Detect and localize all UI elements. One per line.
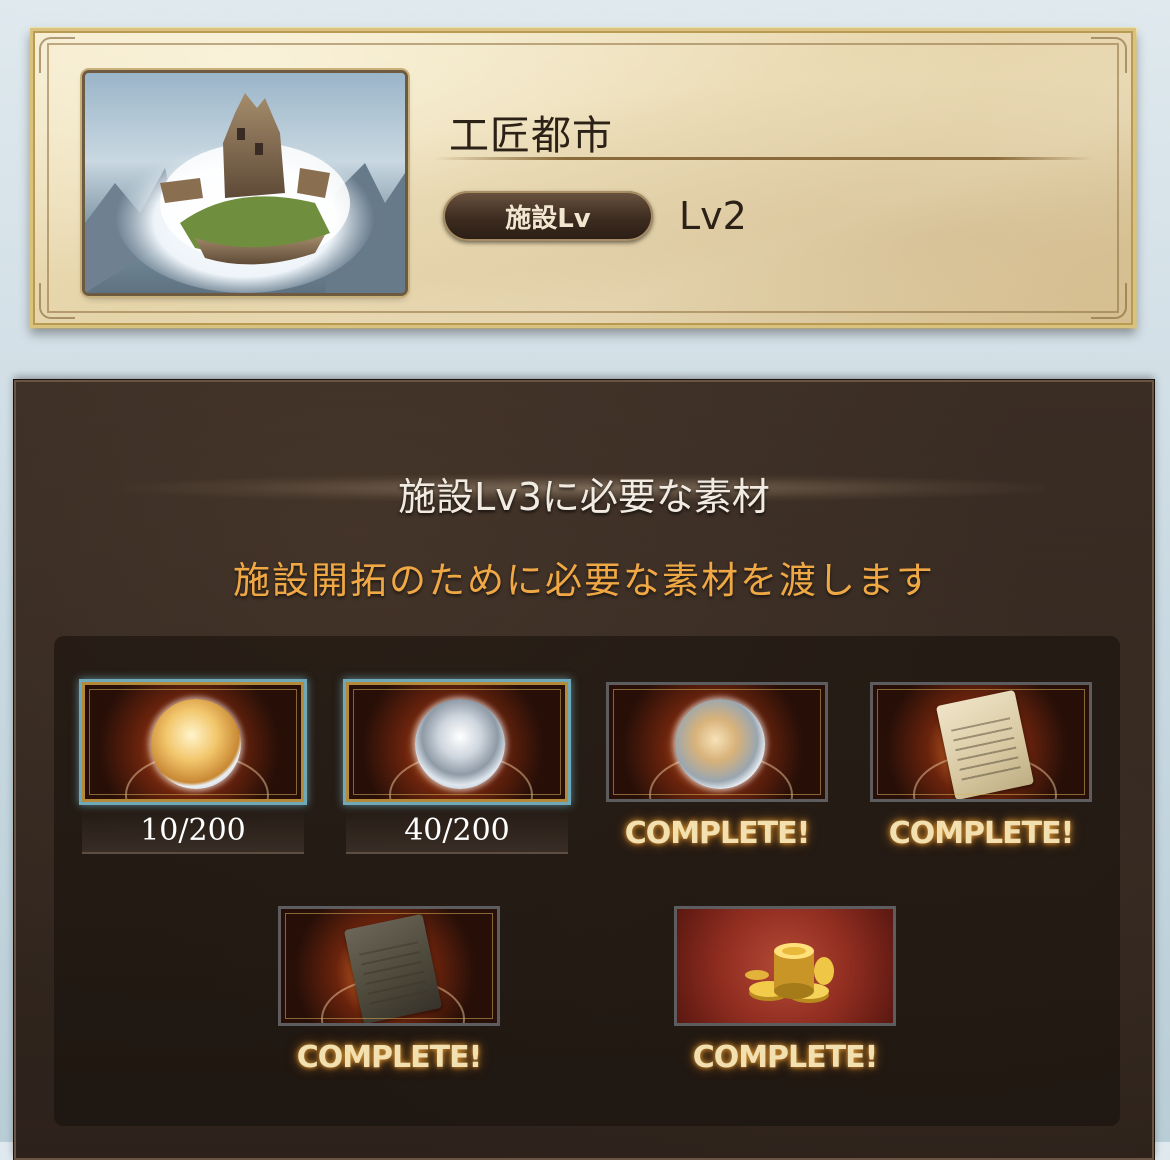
gold-haired-character-orb-icon	[151, 699, 241, 789]
material-card[interactable]	[606, 682, 828, 802]
material-complete-label: COMPLETE!	[888, 816, 1075, 851]
facility-thumbnail	[85, 73, 405, 293]
frame-corner-ornament	[1091, 283, 1127, 319]
gold-coins-icon	[745, 943, 834, 1003]
materials-grid: 10/200 40/200 COMPLETE! COMPLETE! COMPLE…	[54, 636, 1120, 1126]
frame-corner-ornament	[1091, 37, 1127, 73]
material-card[interactable]	[82, 682, 304, 802]
facility-title: 工匠都市	[449, 113, 613, 159]
frame-corner-ornament	[39, 283, 75, 319]
title-divider	[433, 157, 1093, 160]
material-complete-label: COMPLETE!	[624, 816, 811, 851]
material-card[interactable]	[346, 682, 568, 802]
material-count: 10/200	[82, 810, 304, 854]
requirements-heading: 施設Lv3に必要な素材	[398, 475, 770, 519]
facility-level-badge: 施設Lv	[443, 191, 653, 241]
material-count: 40/200	[346, 810, 568, 854]
character-orb-icon	[675, 699, 765, 789]
material-card[interactable]	[870, 682, 1092, 802]
material-complete-label: COMPLETE!	[692, 1040, 879, 1075]
silver-haired-character-orb-icon	[415, 699, 505, 789]
floating-island-image	[85, 93, 405, 293]
material-card[interactable]	[278, 906, 500, 1026]
material-card[interactable]	[674, 906, 896, 1026]
facility-header-card: 工匠都市 施設Lv Lv2	[30, 28, 1136, 328]
requirements-notice: 施設開拓のために必要な素材を渡します	[233, 559, 935, 602]
facility-level-value: Lv2	[679, 194, 747, 238]
material-complete-label: COMPLETE!	[296, 1040, 483, 1075]
frame-corner-ornament	[39, 37, 75, 73]
requirements-panel: 施設Lv3に必要な素材 施設開拓のために必要な素材を渡します 10/200 40…	[14, 380, 1154, 1160]
